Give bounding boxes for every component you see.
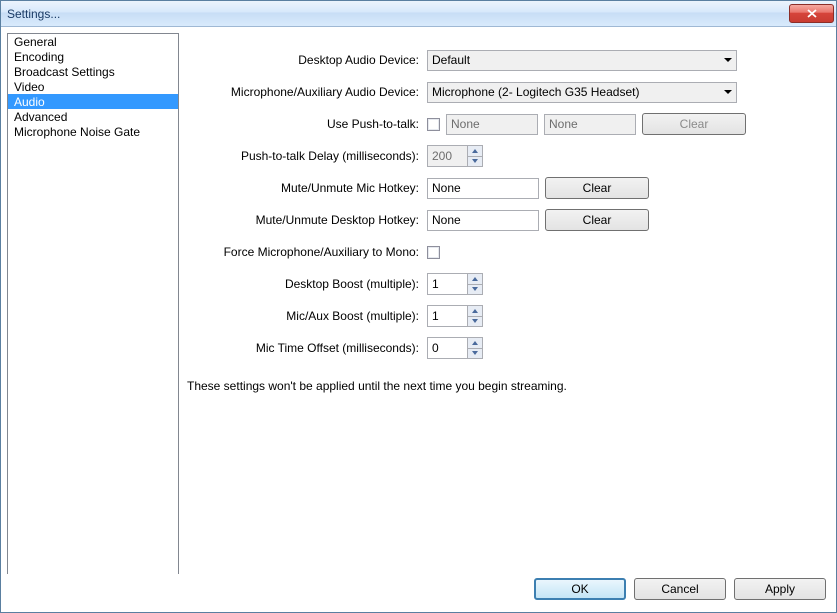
mute-desk-clear-button[interactable]: Clear [545, 209, 649, 231]
time-offset-label: Mic Time Offset (milliseconds): [187, 341, 421, 355]
window-title: Settings... [7, 7, 60, 21]
mic-device-label: Microphone/Auxiliary Audio Device: [187, 85, 421, 99]
titlebar: Settings... [1, 1, 836, 27]
spin-up-button[interactable] [468, 146, 482, 157]
arrow-up-icon [472, 341, 478, 345]
desktop-boost-label: Desktop Boost (multiple): [187, 277, 421, 291]
sidebar-item-general[interactable]: General [8, 34, 178, 49]
ptt-checkbox[interactable] [427, 118, 440, 131]
settings-window: Settings... General Encoding Broadcast S… [0, 0, 837, 613]
ok-button[interactable]: OK [534, 578, 626, 600]
ptt-delay-spinner[interactable] [427, 145, 483, 167]
spin-down-button[interactable] [468, 157, 482, 167]
spin-up-button[interactable] [468, 338, 482, 349]
ptt-key2-input[interactable] [544, 114, 636, 135]
desktop-boost-input[interactable] [427, 273, 467, 295]
apply-note: These settings won't be applied until th… [187, 379, 828, 393]
arrow-down-icon [472, 351, 478, 355]
spin-up-button[interactable] [468, 306, 482, 317]
dialog-footer: OK Cancel Apply [1, 574, 836, 612]
arrow-down-icon [472, 287, 478, 291]
desktop-boost-spinner[interactable] [427, 273, 483, 295]
spin-down-button[interactable] [468, 349, 482, 359]
mute-mic-hotkey-input[interactable] [427, 178, 539, 199]
mute-desk-label: Mute/Unmute Desktop Hotkey: [187, 213, 421, 227]
ptt-delay-label: Push-to-talk Delay (milliseconds): [187, 149, 421, 163]
time-offset-spinner[interactable] [427, 337, 483, 359]
mic-boost-spinner[interactable] [427, 305, 483, 327]
apply-button[interactable]: Apply [734, 578, 826, 600]
mic-boost-input[interactable] [427, 305, 467, 327]
close-button[interactable] [789, 4, 834, 23]
category-list[interactable]: General Encoding Broadcast Settings Vide… [7, 33, 179, 574]
sidebar-item-video[interactable]: Video [8, 79, 178, 94]
arrow-down-icon [472, 319, 478, 323]
sidebar-item-audio[interactable]: Audio [8, 94, 178, 109]
spin-down-button[interactable] [468, 317, 482, 327]
mute-mic-label: Mute/Unmute Mic Hotkey: [187, 181, 421, 195]
desktop-audio-select[interactable]: Default [427, 50, 737, 71]
arrow-down-icon [472, 159, 478, 163]
chevron-down-icon [724, 58, 732, 62]
mute-desk-hotkey-input[interactable] [427, 210, 539, 231]
mute-mic-clear-button[interactable]: Clear [545, 177, 649, 199]
ptt-delay-input[interactable] [427, 145, 467, 167]
audio-form: Desktop Audio Device: Default Microphone… [187, 33, 828, 574]
sidebar-item-broadcast[interactable]: Broadcast Settings [8, 64, 178, 79]
close-icon [807, 9, 817, 18]
time-offset-input[interactable] [427, 337, 467, 359]
force-mono-checkbox[interactable] [427, 246, 440, 259]
force-mono-label: Force Microphone/Auxiliary to Mono: [187, 245, 421, 259]
sidebar-item-advanced[interactable]: Advanced [8, 109, 178, 124]
ptt-key1-input[interactable] [446, 114, 538, 135]
cancel-button[interactable]: Cancel [634, 578, 726, 600]
spin-up-button[interactable] [468, 274, 482, 285]
sidebar-item-encoding[interactable]: Encoding [8, 49, 178, 64]
chevron-down-icon [724, 90, 732, 94]
ptt-clear-button[interactable]: Clear [642, 113, 746, 135]
ptt-label: Use Push-to-talk: [187, 117, 421, 131]
arrow-up-icon [472, 277, 478, 281]
sidebar-item-noise-gate[interactable]: Microphone Noise Gate [8, 124, 178, 139]
desktop-audio-label: Desktop Audio Device: [187, 53, 421, 67]
arrow-up-icon [472, 149, 478, 153]
mic-device-select[interactable]: Microphone (2- Logitech G35 Headset) [427, 82, 737, 103]
arrow-up-icon [472, 309, 478, 313]
mic-boost-label: Mic/Aux Boost (multiple): [187, 309, 421, 323]
spin-down-button[interactable] [468, 285, 482, 295]
